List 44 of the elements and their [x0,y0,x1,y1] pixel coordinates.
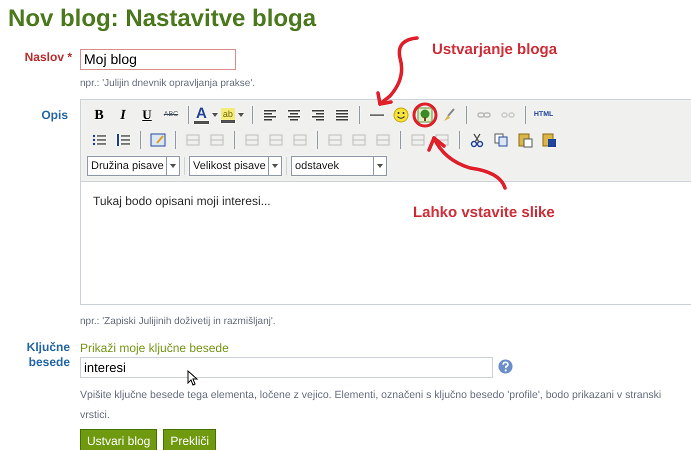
highlight-circle [412,102,438,128]
align-center-icon[interactable] [286,107,302,123]
table-cell-icon[interactable] [375,132,391,148]
help-icon[interactable] [498,359,513,374]
annotation-text: Lahko vstavite slike [413,203,555,223]
title-input[interactable]: Moj blog [80,49,236,70]
field-label: Opis [40,107,68,124]
bullet-list-icon[interactable] [91,132,107,148]
align-left-icon[interactable] [262,107,278,123]
caret-icon[interactable] [238,113,244,117]
toolbar-button[interactable]: B [87,105,111,125]
table-cell-icon[interactable] [351,132,367,148]
keywords-input[interactable]: interesi [80,357,493,378]
justify-icon[interactable] [334,107,350,123]
hint-text: Vpišite ključne besede tega elementa, ločene z vejico. Elementi, označeni s ključno besedo 'profile', bodo prikazani v stranski vrstici. [80,388,662,423]
page-title: Nov blog: Nastavitve bloga [8,4,316,34]
tree-image-icon[interactable] [416,107,433,123]
dropdown[interactable]: Družina pisave [87,156,180,176]
annotation-text: Ustvarjanje bloga [432,40,558,60]
dropdown[interactable]: Velikost pisave [189,156,282,176]
highlight-button[interactable]: ab [220,108,235,122]
table-cell-icon[interactable] [327,132,343,148]
scissors-icon[interactable] [469,132,485,148]
field-label: Ključne besede [26,340,70,370]
text-color-button[interactable]: A [194,106,209,124]
hint-text: npr.: 'Julijin dnevnik opravljanja prakse'. [80,77,256,91]
caret-icon[interactable] [272,164,278,168]
align-right-icon[interactable] [310,107,326,123]
table-icon[interactable] [434,132,450,148]
toolbar-button[interactable]: U [135,105,159,125]
dropdown[interactable]: odstavek [291,156,387,176]
mouse-cursor-icon [188,370,198,386]
caret-icon[interactable] [212,113,218,117]
copy-icon[interactable] [493,132,509,148]
paste-icon[interactable] [517,132,533,148]
table-edit-icon[interactable] [150,132,166,148]
caret-icon[interactable] [377,164,383,168]
annotation-arrow [376,36,419,106]
paste-word-icon[interactable] [541,132,557,148]
toolbar-button[interactable]: I [111,105,135,125]
caret-icon[interactable] [170,164,176,168]
hint-text: npr.: 'Zapiski Julijinih doživetij in razmišljanj'. [80,315,276,329]
field-label: Naslov * [24,50,72,64]
smiley-icon[interactable] [392,107,409,123]
